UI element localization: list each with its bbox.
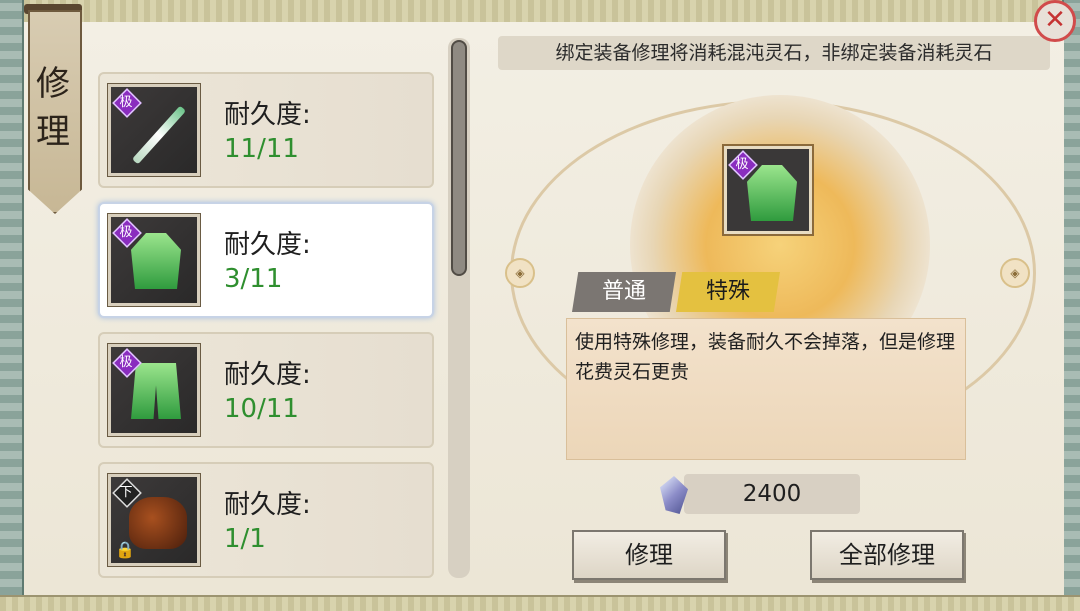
sword-icon xyxy=(131,105,187,165)
selected-item-slot: 极 xyxy=(722,144,814,236)
equipment-list: 极 耐久度: 11/11 极 耐久度: 3/11 极 耐久度: 10/11 下 … xyxy=(90,38,440,578)
durability-label: 耐久度: xyxy=(224,100,311,130)
scroll-thumb[interactable] xyxy=(451,40,467,276)
top-frame xyxy=(0,0,1080,24)
equipment-item[interactable]: 极 耐久度: 11/11 xyxy=(98,72,434,188)
grade-text: 极 xyxy=(735,157,749,172)
pouch-icon xyxy=(129,497,187,549)
grade-text: 极 xyxy=(119,225,133,240)
green-robe-icon xyxy=(747,165,797,221)
equipment-slot: 极 xyxy=(107,343,201,437)
page-title: 修 理 xyxy=(36,64,70,152)
durability-value: 10/11 xyxy=(224,394,299,424)
durability-value: 3/11 xyxy=(224,264,283,294)
durability-label: 耐久度: xyxy=(224,230,311,260)
list-scrollbar[interactable] xyxy=(448,38,470,578)
bottom-frame xyxy=(0,595,1080,611)
equipment-slot: 极 xyxy=(107,83,201,177)
repair-all-button[interactable]: 全部修理 xyxy=(810,530,964,580)
lock-icon: 🔒 xyxy=(115,540,135,559)
grade-text: 下 xyxy=(119,485,133,500)
left-frame xyxy=(0,0,24,611)
tab-special[interactable]: 特殊 xyxy=(676,272,780,312)
tab-normal[interactable]: 普通 xyxy=(572,272,676,312)
green-robe-icon xyxy=(131,233,181,289)
grade-text: 极 xyxy=(119,355,133,370)
right-medal-icon: ◈ xyxy=(1000,258,1030,288)
durability-value: 11/11 xyxy=(224,134,299,164)
close-button[interactable]: ✕ xyxy=(1034,0,1076,42)
durability-label: 耐久度: xyxy=(224,490,311,520)
cost-display: 2400 xyxy=(684,474,860,514)
grade-text: 极 xyxy=(119,95,133,110)
repair-button[interactable]: 修理 xyxy=(572,530,726,580)
equipment-item[interactable]: 下 🔒 耐久度: 1/1 xyxy=(98,462,434,578)
equipment-slot: 下 🔒 xyxy=(107,473,201,567)
left-medal-icon: ◈ xyxy=(505,258,535,288)
repair-notice: 绑定装备修理将消耗混沌灵石，非绑定装备消耗灵石 xyxy=(498,36,1050,70)
durability-value: 1/1 xyxy=(224,524,266,554)
equipment-item-selected[interactable]: 极 耐久度: 3/11 xyxy=(98,202,434,318)
description-box: 使用特殊修理，装备耐久不会掉落，但是修理花费灵石更贵 xyxy=(566,318,966,460)
equipment-item[interactable]: 极 耐久度: 10/11 xyxy=(98,332,434,448)
durability-label: 耐久度: xyxy=(224,360,311,390)
green-pants-icon xyxy=(131,363,181,419)
description-text: 使用特殊修理，装备耐久不会掉落，但是修理花费灵石更贵 xyxy=(575,331,956,383)
equipment-slot: 极 xyxy=(107,213,201,307)
right-frame xyxy=(1062,0,1080,611)
